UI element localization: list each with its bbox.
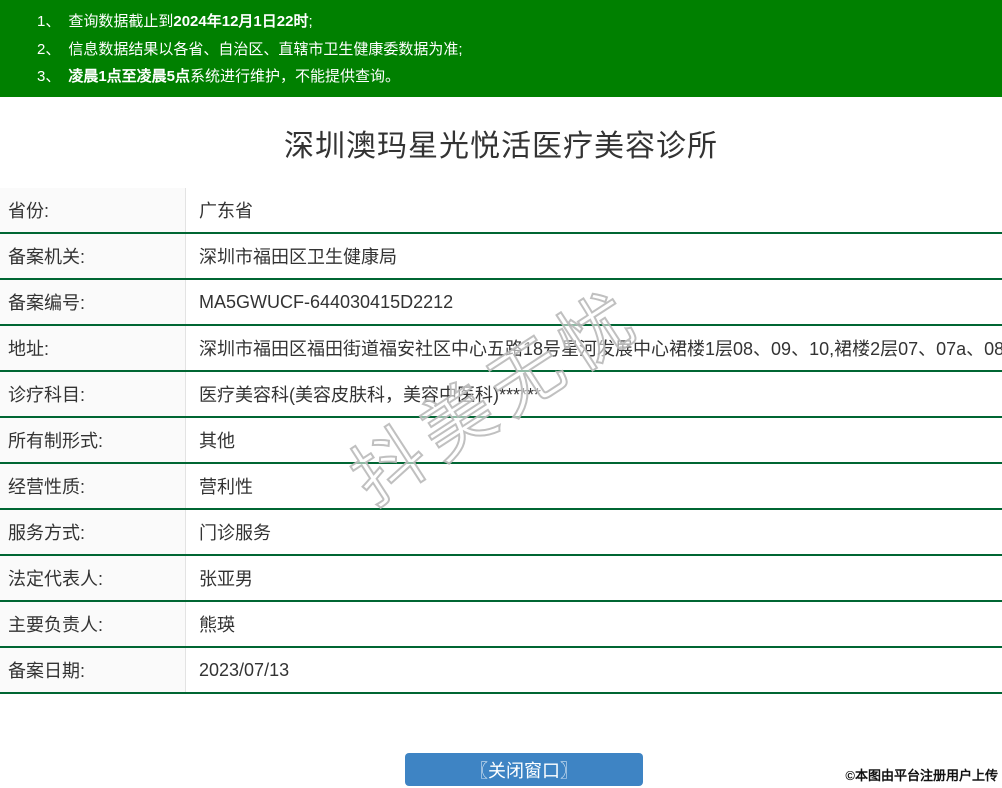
row-label: 备案机关:: [0, 234, 186, 278]
notice-panel: 1、 查询数据截止到2024年12月1日22时; 2、 信息数据结果以各省、自治区、…: [0, 0, 1002, 97]
close-window-button[interactable]: 〖关闭窗口〗: [405, 753, 643, 786]
table-row: 经营性质: 营利性: [0, 464, 1002, 510]
table-row: 所有制形式: 其他: [0, 418, 1002, 464]
notice-text: 信息数据结果以各省、自治区、直辖市卫生健康委数据为准;: [68, 40, 463, 58]
row-value: 广东省: [199, 201, 253, 221]
row-value: 深圳市福田区卫生健康局: [199, 247, 397, 267]
title-section: 深圳澳玛星光悦活医疗美容诊所: [0, 97, 1002, 188]
notice-line-number: 2、: [37, 40, 61, 58]
row-label: 服务方式:: [0, 510, 186, 554]
row-value: 其他: [199, 431, 235, 451]
row-label: 省份:: [0, 188, 186, 232]
row-label: 主要负责人:: [0, 602, 186, 646]
registration-info-page: 1、 查询数据截止到2024年12月1日22时; 2、 信息数据结果以各省、自治区、…: [0, 0, 1002, 788]
table-row: 备案日期: 2023/07/13: [0, 648, 1002, 694]
notice-text-bold: 2024年12月1日22时: [173, 13, 309, 30]
notice-text-bold: 凌晨1点至凌晨5点: [68, 68, 191, 85]
row-value: 深圳市福田区福田街道福安社区中心五路18号星河发展中心裙楼1层08、09、10,…: [199, 339, 1002, 359]
row-value: 熊瑛: [199, 615, 235, 635]
row-label: 法定代表人:: [0, 556, 186, 600]
info-table: 省份: 广东省 备案机关: 深圳市福田区卫生健康局 备案编号: MA5GWUCF…: [0, 188, 1002, 694]
notice-line: 1、 查询数据截止到2024年12月1日22时;: [37, 8, 992, 36]
notice-text: ;: [308, 13, 313, 30]
row-label: 所有制形式:: [0, 418, 186, 462]
table-row: 诊疗科目: 医疗美容科(美容皮肤科，美容中医科)******: [0, 372, 1002, 418]
row-value: 门诊服务: [199, 523, 271, 543]
row-value: 2023/07/13: [199, 659, 290, 680]
row-value: 张亚男: [199, 569, 253, 589]
row-value: 营利性: [199, 477, 253, 497]
table-row: 地址: 深圳市福田区福田街道福安社区中心五路18号星河发展中心裙楼1层08、09…: [0, 326, 1002, 372]
notice-line-number: 3、: [37, 68, 61, 85]
row-value: MA5GWUCF-644030415D2212: [199, 291, 454, 312]
notice-line: 3、 凌晨1点至凌晨5点系统进行维护，不能提供查询。: [37, 63, 992, 91]
row-label: 地址:: [0, 326, 186, 370]
row-label: 诊疗科目:: [0, 372, 186, 416]
table-row: 备案编号: MA5GWUCF-644030415D2212: [0, 280, 1002, 326]
row-value: 医疗美容科(美容皮肤科，美容中医科)******: [199, 385, 542, 405]
row-label: 备案日期:: [0, 648, 186, 692]
notice-line: 2、 信息数据结果以各省、自治区、直辖市卫生健康委数据为准;: [37, 36, 992, 64]
table-row: 省份: 广东省: [0, 188, 1002, 234]
notice-text: 查询数据截止到: [68, 13, 174, 30]
notice-line-number: 1、: [37, 13, 61, 30]
image-credit-watermark: ©本图由平台注册用户上传: [845, 768, 998, 783]
notice-text: 系统进行维护，不能提供查询。: [190, 68, 401, 85]
page-title: 深圳澳玛星光悦活医疗美容诊所: [284, 129, 718, 163]
row-label: 备案编号:: [0, 280, 186, 324]
table-row: 法定代表人: 张亚男: [0, 556, 1002, 602]
table-row: 备案机关: 深圳市福田区卫生健康局: [0, 234, 1002, 280]
table-row: 主要负责人: 熊瑛: [0, 602, 1002, 648]
row-label: 经营性质:: [0, 464, 186, 508]
table-row: 服务方式: 门诊服务: [0, 510, 1002, 556]
